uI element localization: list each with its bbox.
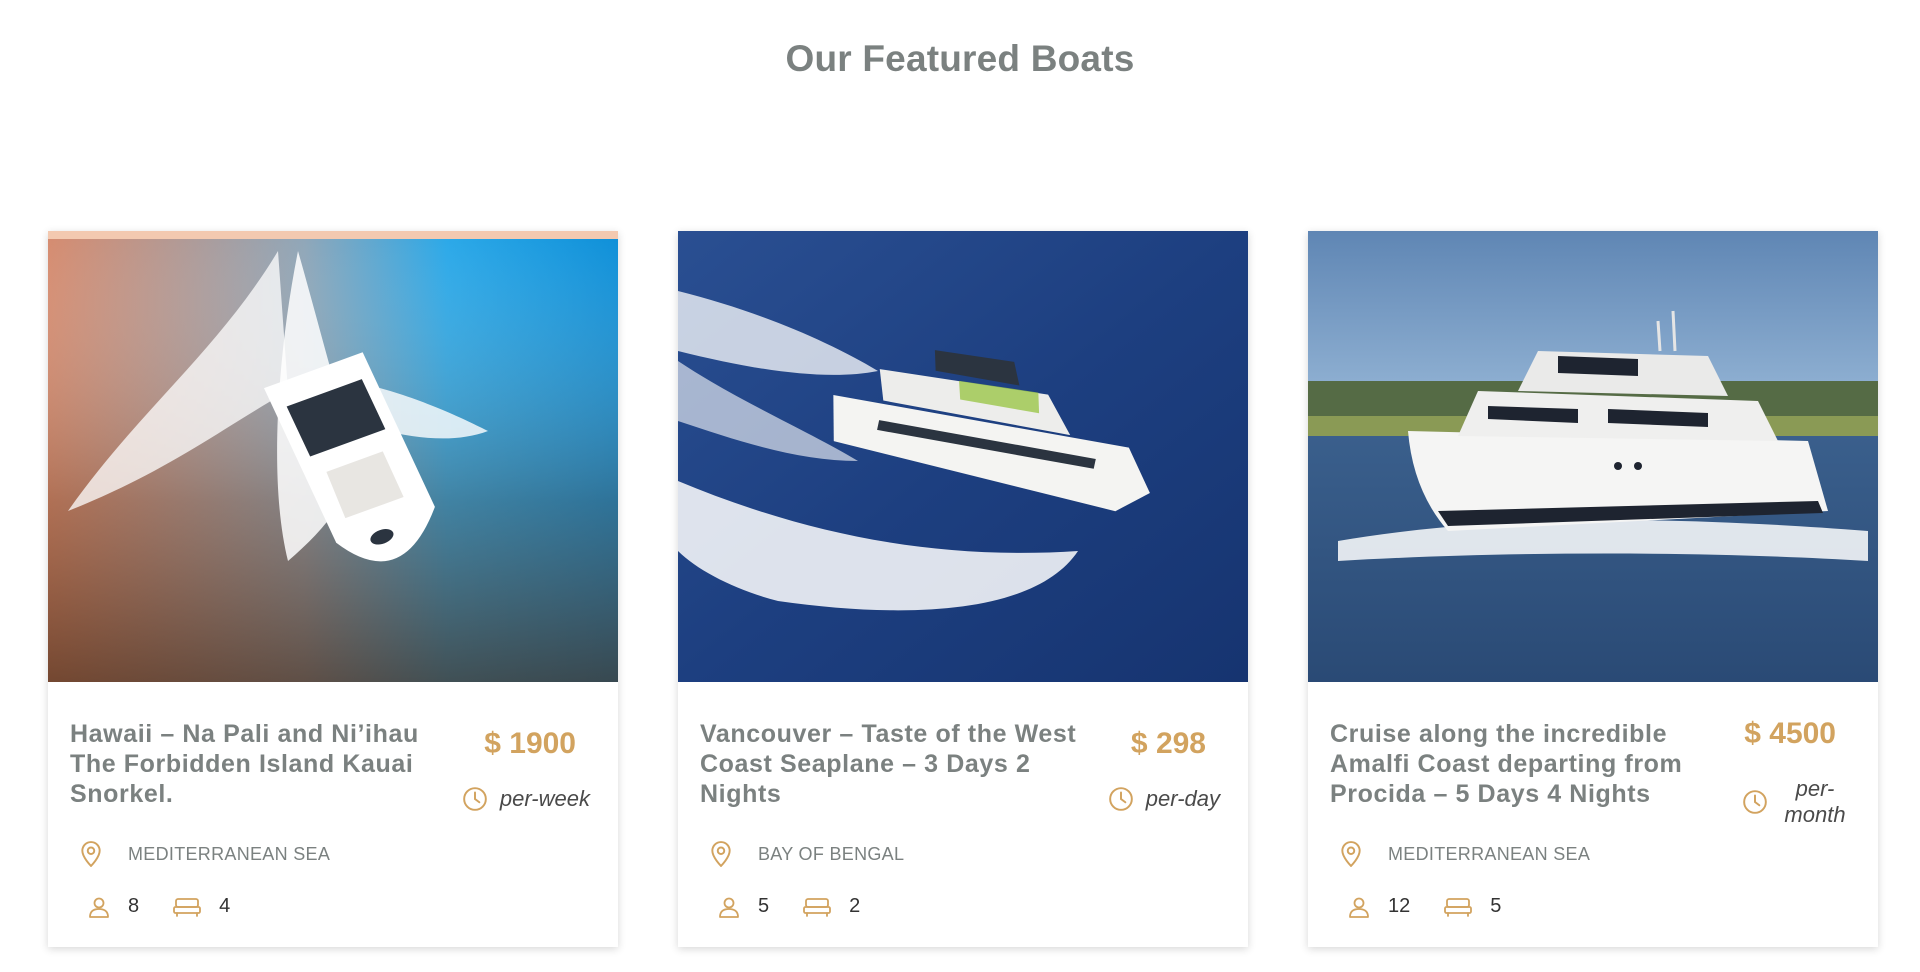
rental-period: per-day (1108, 786, 1220, 812)
section-title: Our Featured Boats (785, 38, 1135, 79)
boat-title[interactable]: Hawaii – Na Pali and Ni’ihau The Forbidd… (70, 719, 450, 809)
cabin-count: 2 (849, 895, 861, 917)
clock-icon (1743, 790, 1767, 814)
guest-count: 8 (128, 895, 140, 917)
boat-specs: 5 2 (718, 895, 894, 918)
cabin-count-group: 5 (1444, 895, 1501, 918)
map-pin-icon (1341, 841, 1361, 867)
rental-period: per-week (462, 786, 590, 812)
location-label: MEDITERRANEAN SEA (1388, 843, 1591, 864)
boat-title[interactable]: Cruise along the incredible Amalfi Coast… (1330, 719, 1710, 809)
boat-image[interactable] (678, 231, 1248, 682)
boat-specs: 8 4 (88, 895, 264, 918)
cabin-count-group: 4 (173, 895, 230, 918)
person-icon (89, 897, 109, 918)
guest-capacity: 8 (88, 895, 139, 918)
location[interactable]: MEDITERRANEAN SEA (1340, 841, 1590, 867)
clock-icon (463, 787, 487, 811)
boat-card: Vancouver – Taste of the West Coast Seap… (678, 231, 1248, 947)
guest-count: 12 (1388, 895, 1411, 917)
bed-icon (803, 897, 832, 917)
bed-icon (173, 897, 202, 917)
price: $ 4500 (1744, 717, 1836, 750)
map-pin-icon (711, 841, 731, 867)
location-label: MEDITERRANEAN SEA (128, 843, 331, 864)
period-label: per-day (1145, 786, 1220, 811)
cabin-count: 5 (1490, 895, 1502, 917)
price: $ 1900 (484, 727, 576, 760)
person-icon (719, 897, 739, 918)
cabin-count: 4 (219, 895, 231, 917)
boat-card: Cruise along the incredible Amalfi Coast… (1308, 231, 1878, 947)
boat-image[interactable] (1308, 231, 1878, 682)
boat-title[interactable]: Vancouver – Taste of the West Coast Seap… (700, 719, 1080, 809)
boat-card: Hawaii – Na Pali and Ni’ihau The Forbidd… (48, 231, 618, 947)
guest-capacity: 12 (1348, 895, 1410, 918)
clock-icon (1108, 787, 1133, 811)
location-label: BAY OF BENGAL (758, 843, 905, 864)
price: $ 298 (1130, 727, 1206, 760)
period-label: per-week (499, 786, 590, 811)
map-pin-icon (81, 841, 101, 867)
cabin-count-group: 2 (803, 895, 860, 918)
boat-specs: 12 5 (1348, 895, 1535, 918)
boat-image[interactable] (48, 231, 618, 682)
period-label: per-month (1784, 776, 1846, 827)
guest-count: 5 (758, 895, 770, 917)
location[interactable]: BAY OF BENGAL (710, 841, 904, 867)
rental-period: per-month (1742, 776, 1850, 828)
bed-icon (1444, 897, 1473, 917)
person-icon (1349, 897, 1369, 918)
location[interactable]: MEDITERRANEAN SEA (80, 841, 330, 867)
guest-capacity: 5 (718, 895, 769, 918)
